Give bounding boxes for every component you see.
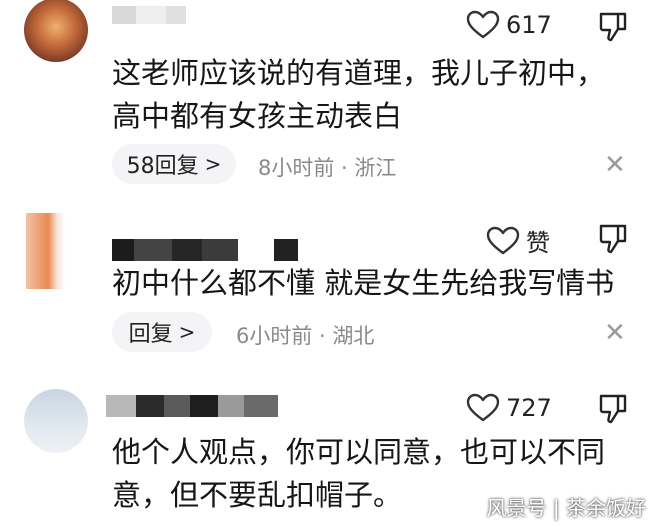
comment-item: 赞 初中什么都不懂 就是女生先给我写情书 回复 > 6小时前 · 湖北 ✕: [0, 195, 660, 365]
comment-item: 617 这老师应该说的有道理，我儿子初中， 高中都有女孩主动表白 58回复 > …: [0, 0, 660, 195]
comment-text-line: 这老师应该说的有道理，我儿子初中，: [112, 56, 606, 90]
heart-icon: [486, 226, 520, 254]
chevron-right-icon: >: [204, 152, 222, 176]
like-button[interactable]: 赞: [486, 223, 550, 258]
heart-icon: [466, 10, 500, 39]
chevron-right-icon: >: [178, 320, 196, 344]
heart-icon: [466, 393, 500, 422]
comment-meta: 8小时前 · 浙江: [258, 156, 397, 180]
thumbs-down-icon[interactable]: [598, 11, 628, 43]
reply-button[interactable]: 回复 >: [112, 312, 212, 352]
username-redacted[interactable]: [112, 239, 298, 261]
comment-text: 这老师应该说的有道理，我儿子初中， 高中都有女孩主动表白: [112, 52, 632, 138]
close-icon[interactable]: ✕: [604, 320, 626, 346]
avatar[interactable]: [24, 389, 88, 453]
watermark: 风景号 | 茶余饭好: [486, 496, 646, 520]
like-count: 727: [506, 394, 552, 422]
reply-label: 58回复: [126, 154, 199, 179]
reply-button[interactable]: 58回复 >: [112, 144, 236, 184]
like-button[interactable]: 617: [466, 10, 552, 40]
username-redacted[interactable]: [112, 6, 186, 24]
like-label: 赞: [526, 229, 550, 257]
avatar[interactable]: [24, 0, 88, 62]
comment-text-line: 他个人观点，你可以同意，也可以不同: [112, 435, 606, 469]
avatar[interactable]: [26, 213, 82, 289]
comment-meta: 6小时前 · 湖北: [236, 324, 375, 348]
close-icon[interactable]: ✕: [604, 152, 626, 178]
thumbs-down-icon[interactable]: [598, 393, 628, 425]
thumbs-down-icon[interactable]: [598, 223, 628, 255]
like-count: 617: [506, 11, 552, 39]
reply-label: 回复: [128, 322, 173, 347]
username-redacted[interactable]: [106, 395, 278, 417]
comment-text-line: 高中都有女孩主动表白: [112, 99, 403, 133]
comment-text-line: 初中什么都不懂 就是女生先给我写情书: [112, 266, 615, 300]
comment-text: 初中什么都不懂 就是女生先给我写情书: [112, 262, 632, 305]
like-button[interactable]: 727: [466, 393, 552, 423]
